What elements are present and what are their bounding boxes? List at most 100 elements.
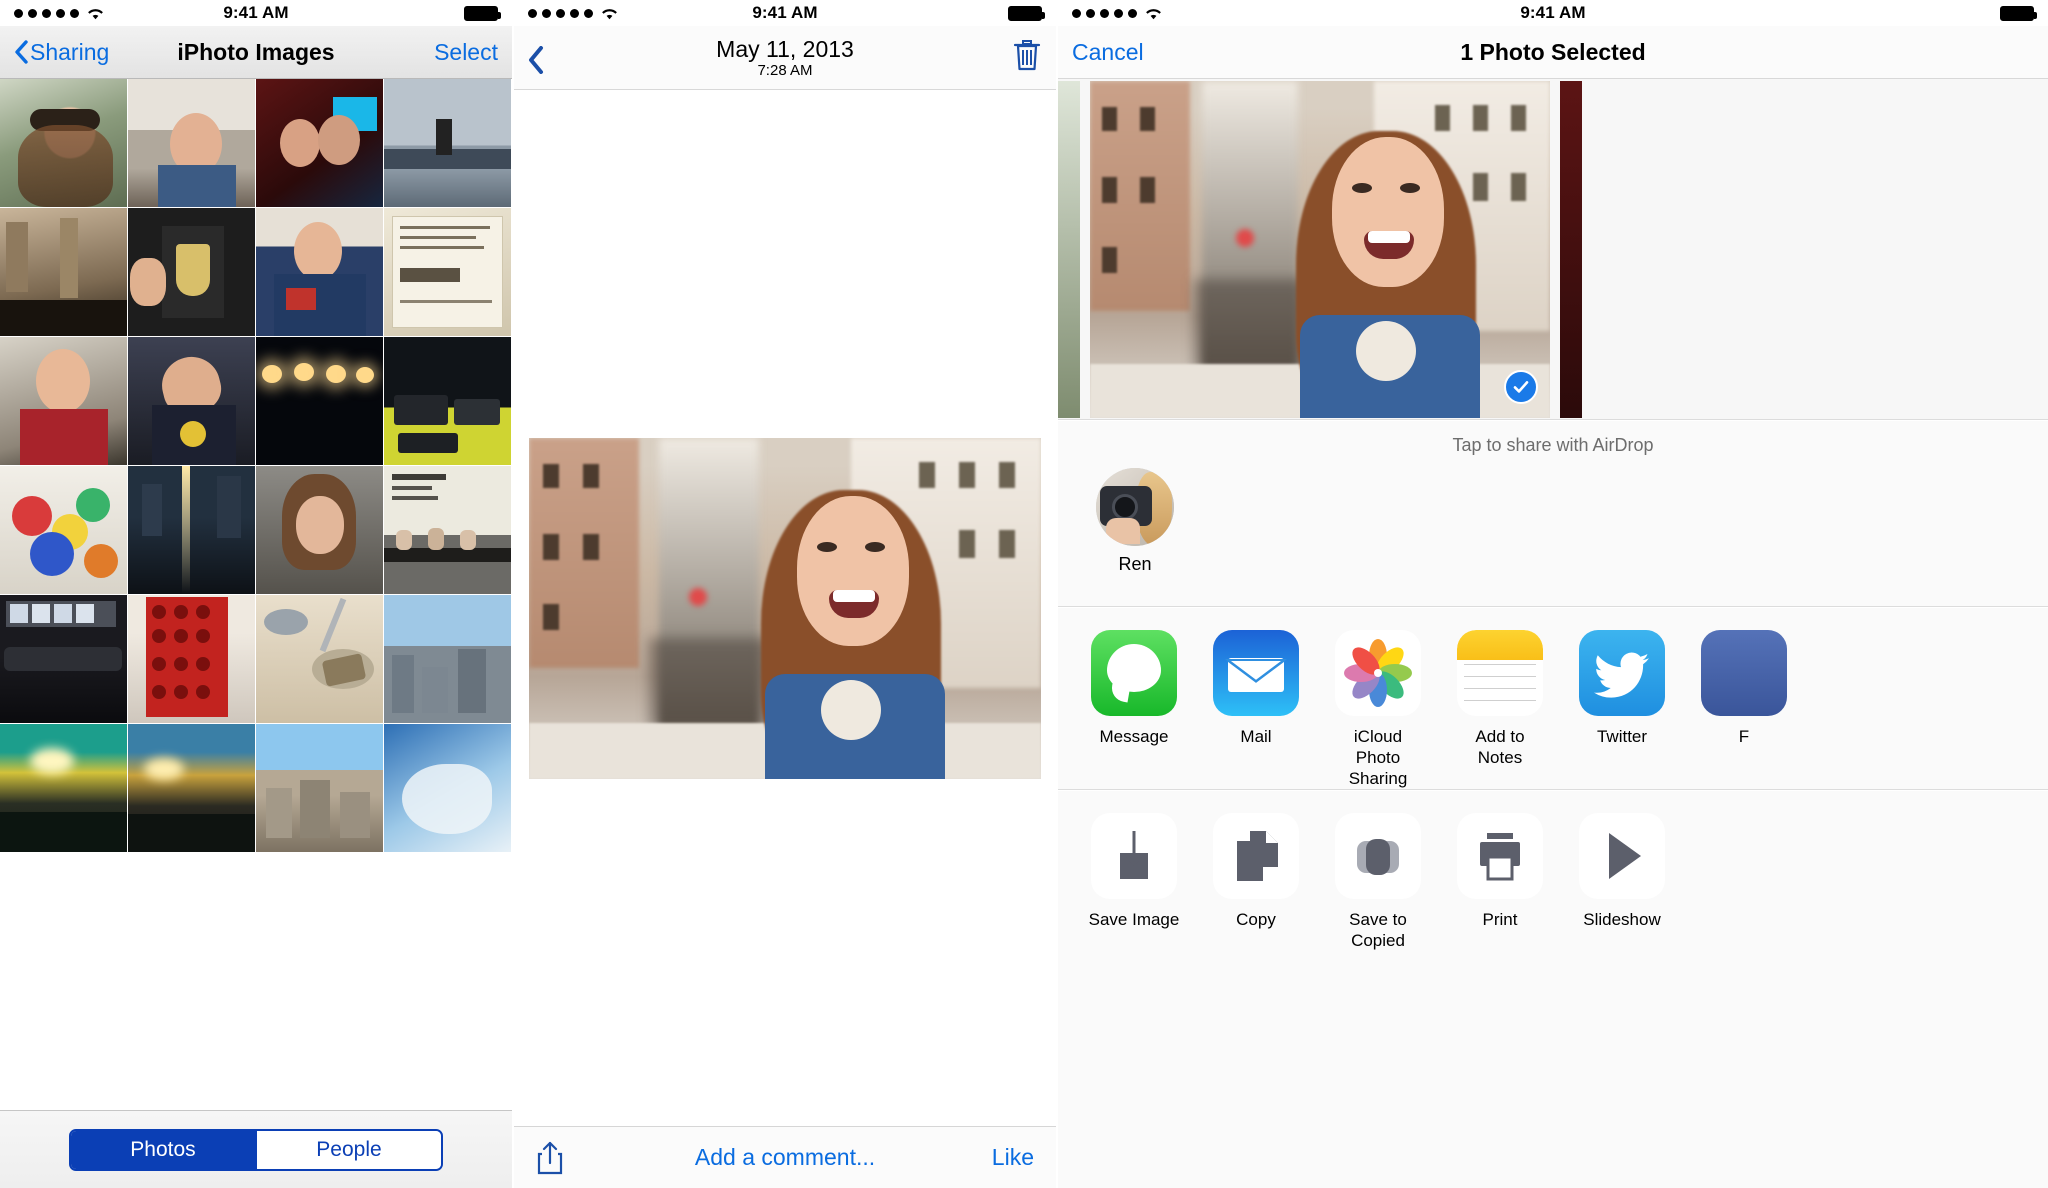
play-triangle-icon bbox=[1579, 813, 1665, 899]
photo-grid-scroll[interactable] bbox=[0, 79, 512, 1110]
share-target-label: Add to Notes bbox=[1475, 727, 1525, 767]
status-bar: 9:41 AM bbox=[1058, 0, 2048, 26]
photo-thumbnail[interactable] bbox=[0, 208, 127, 336]
photo-thumbnail[interactable] bbox=[128, 208, 255, 336]
photo-filmstrip[interactable] bbox=[1058, 79, 2048, 420]
photo-thumbnail[interactable] bbox=[0, 466, 127, 594]
share-target-icloud-photo-sharing[interactable]: iCloud Photo Sharing bbox=[1330, 630, 1426, 789]
back-button-sharing[interactable]: Sharing bbox=[14, 39, 109, 66]
copy-icon bbox=[1213, 813, 1299, 899]
share-actions-section: Save Image Copy Save to Copied Print Sli… bbox=[1058, 791, 2048, 1188]
back-button-label: Sharing bbox=[30, 38, 110, 65]
photo-thumbnail[interactable] bbox=[384, 79, 511, 207]
photo-thumbnail[interactable] bbox=[384, 724, 511, 852]
photo-thumbnail[interactable] bbox=[0, 595, 127, 723]
photo-thumbnail[interactable] bbox=[128, 466, 255, 594]
photo-thumbnail[interactable] bbox=[384, 208, 511, 336]
screenshot-root: 9:41 AM Sharing iPhoto Images Select Pho… bbox=[0, 0, 2048, 1188]
cancel-button[interactable]: Cancel bbox=[1072, 39, 1144, 66]
share-button[interactable] bbox=[536, 1141, 564, 1175]
share-target-message[interactable]: Message bbox=[1086, 630, 1182, 789]
checkmark-circle-icon bbox=[1504, 369, 1538, 404]
photo-time: 7:28 AM bbox=[757, 61, 813, 79]
photo-viewer[interactable] bbox=[514, 90, 1056, 1126]
status-bar: 9:41 AM bbox=[0, 0, 512, 26]
photo-thumbnail[interactable] bbox=[256, 595, 383, 723]
twitter-app-icon bbox=[1579, 630, 1665, 716]
photo-thumbnail[interactable] bbox=[384, 595, 511, 723]
photo-thumbnail[interactable] bbox=[256, 724, 383, 852]
add-comment-field[interactable]: Add a comment... bbox=[514, 1144, 1056, 1171]
action-print[interactable]: Print bbox=[1452, 813, 1548, 951]
delete-button[interactable] bbox=[1012, 38, 1042, 78]
photos-app-icon bbox=[1335, 630, 1421, 716]
like-button[interactable]: Like bbox=[992, 1144, 1034, 1171]
action-label: Save to Copied bbox=[1349, 910, 1407, 950]
photo-date: May 11, 2013 bbox=[716, 35, 854, 62]
battery-icon bbox=[2000, 5, 2037, 21]
photo-thumbnail[interactable] bbox=[256, 79, 383, 207]
select-button[interactable]: Select bbox=[434, 39, 498, 66]
filmstrip-peek-left[interactable] bbox=[1058, 80, 1080, 418]
airdrop-contact[interactable]: Ren bbox=[1080, 468, 1190, 575]
share-apps-section: Message Mail iCloud Photo Sharing Add to… bbox=[1058, 608, 2048, 790]
photo-spanish-steps bbox=[529, 437, 1041, 779]
share-up-arrow-icon bbox=[536, 1141, 564, 1175]
filmstrip-selected-photo[interactable] bbox=[1090, 80, 1550, 418]
photo-thumbnail[interactable] bbox=[384, 337, 511, 465]
photo-thumbnail[interactable] bbox=[0, 724, 127, 852]
airdrop-section: Tap to share with AirDrop Ren bbox=[1058, 421, 2048, 607]
action-slideshow[interactable]: Slideshow bbox=[1574, 813, 1670, 951]
share-target-mail[interactable]: Mail bbox=[1208, 630, 1304, 789]
share-target-label: iCloud Photo Sharing bbox=[1348, 727, 1408, 788]
photo-thumbnail[interactable] bbox=[128, 337, 255, 465]
back-button[interactable] bbox=[528, 45, 543, 74]
share-target-label: F bbox=[1738, 727, 1750, 746]
segment-photos[interactable]: Photos bbox=[71, 1130, 255, 1169]
save-to-copied-icon bbox=[1335, 813, 1421, 899]
share-apps-row[interactable]: Message Mail iCloud Photo Sharing Add to… bbox=[1058, 608, 2048, 789]
share-target-label: Twitter bbox=[1596, 727, 1648, 746]
segment-people[interactable]: People bbox=[255, 1130, 441, 1169]
panel-photo-detail: 9:41 AM May 11, 2013 7:28 AM Add a comme… bbox=[512, 0, 1056, 1188]
action-copy[interactable]: Copy bbox=[1208, 813, 1304, 951]
action-save-image[interactable]: Save Image bbox=[1086, 813, 1182, 951]
photo-thumbnail[interactable] bbox=[0, 337, 127, 465]
airdrop-hint: Tap to share with AirDrop bbox=[1452, 435, 1654, 455]
share-target-label: Mail bbox=[1240, 727, 1272, 746]
panel-share-sheet: 9:41 AM Cancel 1 Photo Selected Tap to s… bbox=[1056, 0, 2048, 1188]
navigation-bar: Cancel 1 Photo Selected bbox=[1058, 26, 2048, 79]
share-target-label: Message bbox=[1099, 727, 1169, 746]
photo-thumbnail[interactable] bbox=[128, 595, 255, 723]
status-time: 9:41 AM bbox=[752, 3, 818, 22]
photo-thumbnail[interactable] bbox=[256, 466, 383, 594]
airdrop-contact-name: Ren bbox=[1118, 554, 1152, 574]
filmstrip-peek-right[interactable] bbox=[1560, 80, 1582, 418]
photo-thumbnail[interactable] bbox=[384, 466, 511, 594]
action-save-to-copied[interactable]: Save to Copied bbox=[1330, 813, 1426, 951]
mail-app-icon bbox=[1213, 630, 1299, 716]
photo-toolbar: Add a comment... Like bbox=[514, 1126, 1056, 1188]
panel-photo-grid: 9:41 AM Sharing iPhoto Images Select Pho… bbox=[0, 0, 512, 1188]
photo-thumbnail[interactable] bbox=[128, 79, 255, 207]
share-target-facebook[interactable]: F bbox=[1696, 630, 1792, 789]
notes-app-icon bbox=[1457, 630, 1543, 716]
photo-grid bbox=[0, 79, 512, 853]
share-target-twitter[interactable]: Twitter bbox=[1574, 630, 1670, 789]
selection-title: 1 Photo Selected bbox=[1460, 38, 1646, 65]
photo-thumbnail[interactable] bbox=[256, 208, 383, 336]
share-actions-row[interactable]: Save Image Copy Save to Copied Print Sli… bbox=[1058, 791, 2048, 951]
share-target-add-to-notes[interactable]: Add to Notes bbox=[1452, 630, 1548, 789]
chevron-left-icon bbox=[14, 40, 28, 64]
photo-thumbnail[interactable] bbox=[256, 337, 383, 465]
airdrop-contacts: Ren bbox=[1058, 456, 2048, 575]
battery-icon bbox=[1008, 5, 1045, 21]
photo-thumbnail[interactable] bbox=[128, 724, 255, 852]
photo-thumbnail[interactable] bbox=[0, 79, 127, 207]
trash-icon bbox=[1012, 38, 1042, 78]
segmented-control: Photos People bbox=[69, 1128, 443, 1171]
save-image-icon bbox=[1091, 813, 1177, 899]
battery-icon bbox=[464, 5, 501, 21]
action-label: Save Image bbox=[1088, 910, 1180, 929]
navigation-bar: May 11, 2013 7:28 AM bbox=[514, 26, 1056, 90]
